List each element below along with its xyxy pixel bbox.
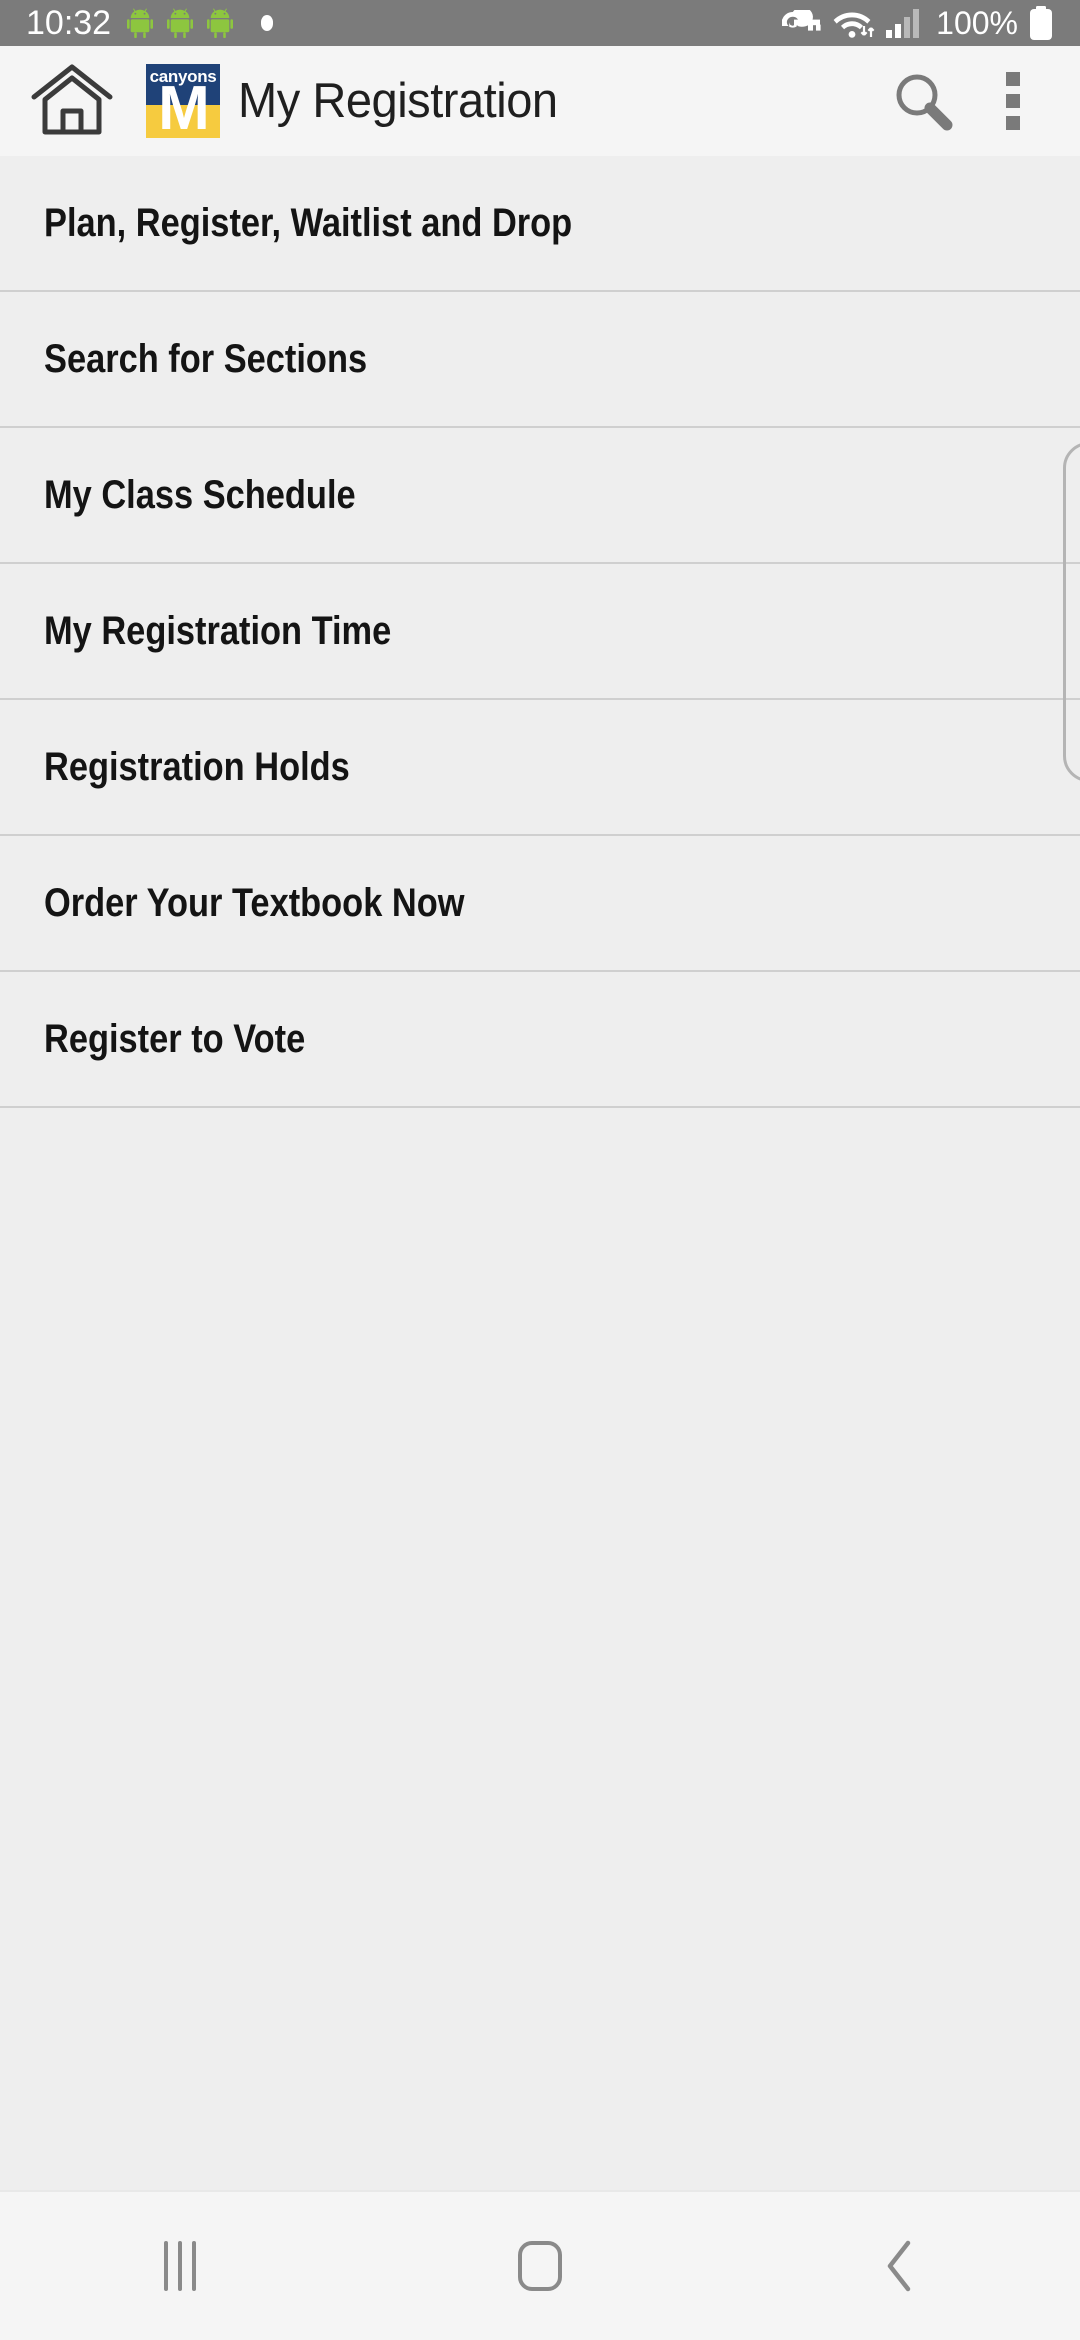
page-title: My Registration <box>238 74 558 128</box>
battery-percent-label: 100% <box>936 5 1018 41</box>
list-item-label: Register to Vote <box>44 1016 306 1061</box>
system-navigation-bar <box>0 2190 1080 2340</box>
overflow-menu-icon <box>1006 72 1020 130</box>
list-item-label: Order Your Textbook Now <box>44 880 465 925</box>
vpn-key-icon <box>782 10 821 31</box>
list-item-label: Registration Holds <box>44 744 350 789</box>
status-bar-clock: 10:32 <box>26 4 112 42</box>
status-bar-left: 10:32 <box>26 4 274 42</box>
cellular-signal-icon <box>886 9 920 38</box>
android-icon <box>167 8 194 38</box>
search-button[interactable] <box>878 56 968 146</box>
recents-icon <box>164 2241 196 2291</box>
wifi-icon <box>833 12 875 38</box>
overflow-menu-button[interactable] <box>968 56 1058 146</box>
back-chevron-icon <box>887 2240 911 2292</box>
search-icon <box>896 74 953 131</box>
home-button[interactable] <box>24 53 120 149</box>
list-item[interactable]: Register to Vote <box>0 972 1080 1108</box>
back-button[interactable] <box>800 2192 1000 2340</box>
list-item-label: Search for Sections <box>44 336 368 381</box>
recents-button[interactable] <box>80 2192 280 2340</box>
logo-letter-m: M <box>158 74 210 139</box>
home-button-icon <box>518 2241 562 2291</box>
phone-screen: 10:32 100% canyons M My Registration Pla… <box>0 0 1080 2340</box>
status-bar: 10:32 100% <box>0 0 1080 46</box>
content-area: Plan, Register, Waitlist and Drop Search… <box>0 156 1080 2192</box>
list-item[interactable]: My Registration Time <box>0 564 1080 700</box>
android-icon <box>127 8 154 38</box>
list-item-label: Plan, Register, Waitlist and Drop <box>44 200 573 245</box>
scrollbar-thumb[interactable] <box>1063 442 1080 782</box>
list-item[interactable]: Plan, Register, Waitlist and Drop <box>0 156 1080 292</box>
list-item[interactable]: Registration Holds <box>0 700 1080 836</box>
list-item[interactable]: My Class Schedule <box>0 428 1080 564</box>
list-item[interactable]: Search for Sections <box>0 292 1080 428</box>
android-icon <box>207 8 234 38</box>
notification-dot-icon <box>261 15 274 31</box>
app-bar: canyons M My Registration <box>0 46 1080 156</box>
status-bar-right: 100% <box>782 6 1054 40</box>
home-nav-button[interactable] <box>440 2192 640 2340</box>
battery-icon <box>1030 6 1052 40</box>
home-icon <box>31 64 113 135</box>
list-item[interactable]: Order Your Textbook Now <box>0 836 1080 972</box>
list-item-label: My Class Schedule <box>44 472 356 517</box>
registration-menu-list: Plan, Register, Waitlist and Drop Search… <box>0 156 1080 1108</box>
college-logo: canyons M <box>146 64 220 138</box>
notification-icons <box>127 8 274 38</box>
list-item-label: My Registration Time <box>44 608 392 653</box>
